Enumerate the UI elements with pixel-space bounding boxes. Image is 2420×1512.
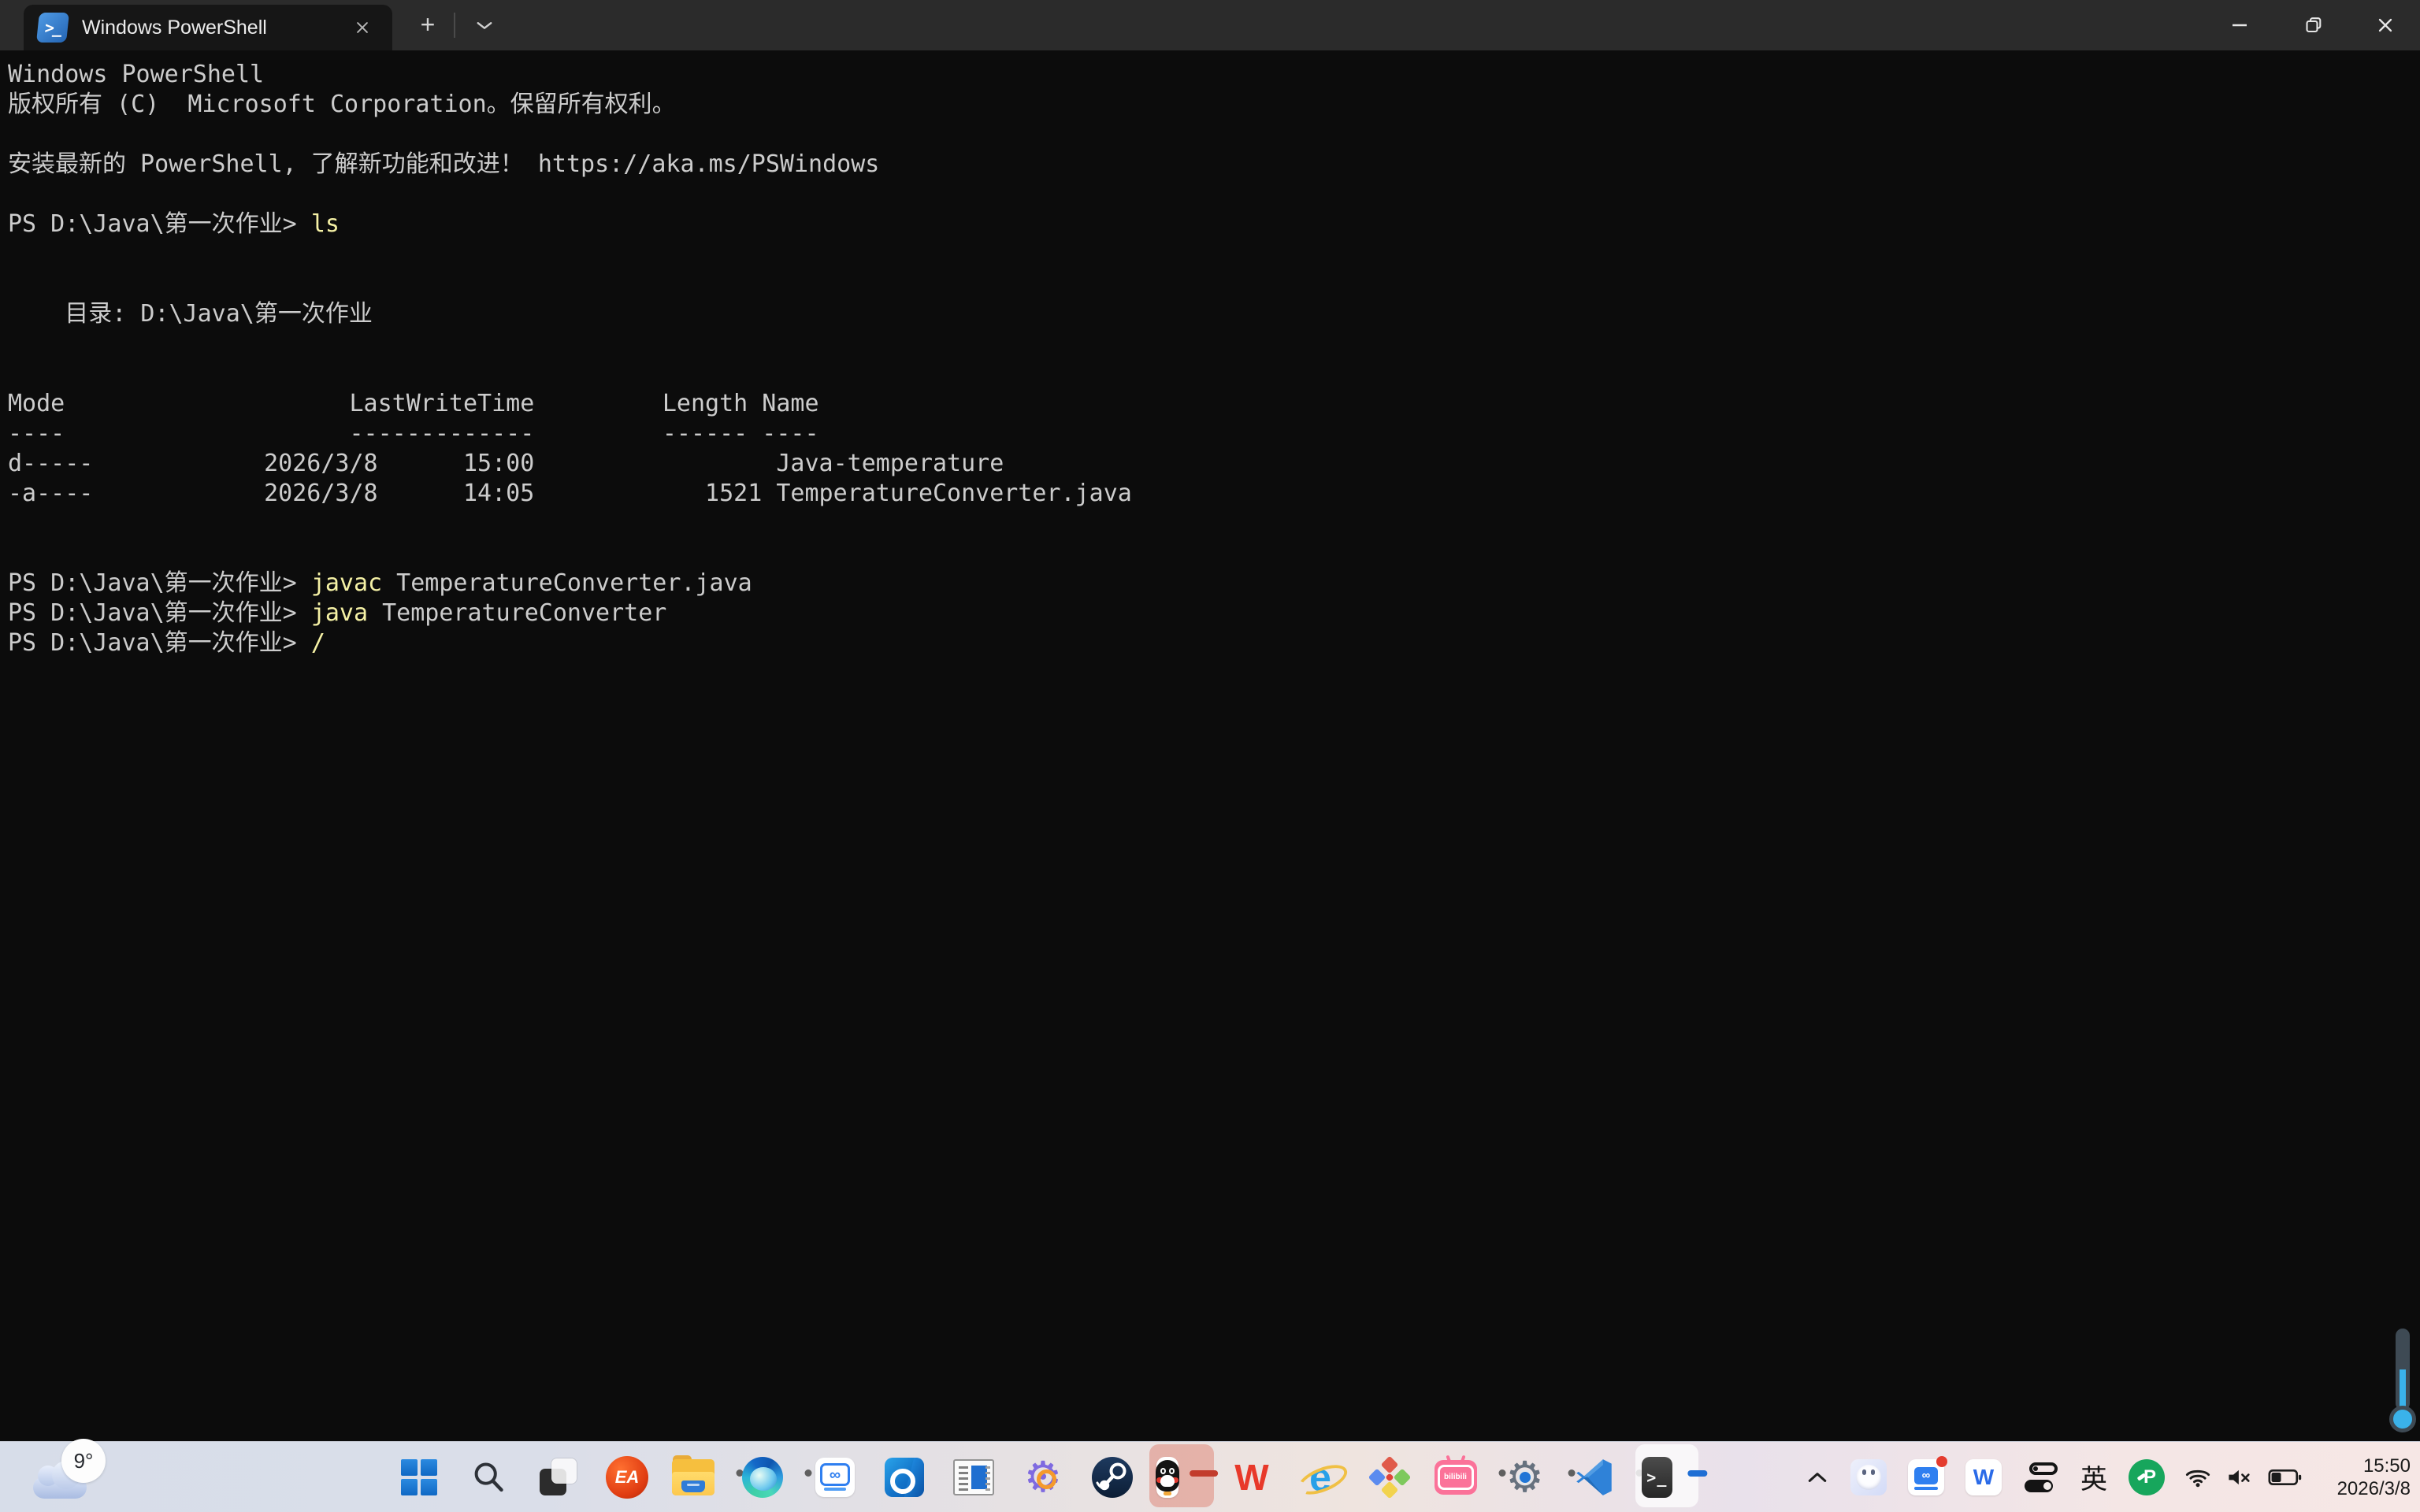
volume-muted-icon: [2226, 1466, 2253, 1488]
taskbar-item-steam[interactable]: [1087, 1442, 1138, 1512]
taskbar-item-edge[interactable]: [740, 1442, 791, 1512]
w-tray-icon[interactable]: W: [1965, 1459, 2002, 1495]
terminal-line: PS D:\Java\第一次作业> /: [8, 628, 2420, 658]
vscode-icon: [1575, 1458, 1614, 1497]
internet-explorer-icon: e: [1299, 1456, 1342, 1499]
terminal-line: PS D:\Java\第一次作业> java TemperatureConver…: [8, 598, 2420, 628]
toolbox-app-icon: ⚙: [1021, 1455, 1065, 1499]
notification-dot: [1936, 1456, 1947, 1467]
green-p-tray-icon[interactable]: P: [2129, 1459, 2165, 1495]
edge-icon: [742, 1457, 783, 1498]
terminal-line: PS D:\Java\第一次作业> javac TemperatureConve…: [8, 569, 2420, 598]
terminal-line: Windows PowerShell: [8, 60, 2420, 90]
steam-icon: [1092, 1457, 1133, 1498]
taskbar-item-qq[interactable]: [1156, 1442, 1207, 1512]
taskbar-pinned-icons: EA ∞: [394, 1442, 1692, 1512]
terminal-line: ---- ------------- ------ ----: [8, 419, 2420, 449]
colorful-diamonds-app-icon: [1369, 1457, 1410, 1498]
terminal-line: [8, 269, 2420, 299]
taskbar-item-diamonds-app[interactable]: [1364, 1442, 1415, 1512]
battery-icon: [2268, 1468, 2303, 1487]
taskbar-item-outlook[interactable]: [879, 1442, 930, 1512]
terminal-line: PS D:\Java\第一次作业> ls: [8, 209, 2420, 239]
close-button[interactable]: [2351, 0, 2420, 50]
taskbar-item-vscode[interactable]: [1572, 1442, 1623, 1512]
clock-date: 2026/3/8: [2325, 1477, 2411, 1500]
active-indicator: [1687, 1470, 1707, 1477]
terminal-line: -a---- 2026/3/8 14:05 1521 TemperatureCo…: [8, 479, 2420, 509]
infinity-tray-icon[interactable]: ∞: [1908, 1459, 1944, 1495]
terminal-line: [8, 359, 2420, 389]
assistant-tray-icon[interactable]: [1850, 1459, 1887, 1495]
bilibili-icon: bilibili: [1435, 1460, 1477, 1495]
ime-language-indicator[interactable]: 英: [2080, 1458, 2107, 1496]
titlebar: >_ Windows PowerShell +: [0, 0, 2420, 50]
terminal-line: [8, 539, 2420, 569]
clock-time: 15:50: [2325, 1455, 2411, 1477]
taskbar-item-bilibili[interactable]: bilibili: [1434, 1442, 1484, 1512]
attention-indicator: [1190, 1470, 1218, 1477]
start-button[interactable]: [394, 1442, 444, 1512]
terminal-line: [8, 180, 2420, 209]
tabbar-divider: [454, 13, 455, 38]
windows-start-icon: [401, 1459, 437, 1495]
taskbar-item-ea[interactable]: EA: [602, 1442, 652, 1512]
tab-windows-powershell[interactable]: >_ Windows PowerShell: [24, 5, 392, 50]
tab-title: Windows PowerShell: [82, 17, 347, 39]
weather-widget[interactable]: 9°: [27, 1445, 153, 1510]
terminal-line: 目录: D:\Java\第一次作业: [8, 299, 2420, 329]
ea-app-icon: EA: [606, 1456, 648, 1499]
infinity-app-icon: ∞: [815, 1458, 855, 1497]
terminal-line: [8, 329, 2420, 359]
taskbar-item-internet-explorer[interactable]: e: [1295, 1442, 1345, 1512]
terminal-output: Windows PowerShell版权所有 (C) Microsoft Cor…: [8, 60, 2420, 658]
settings-gear-icon: ⚙: [1503, 1455, 1546, 1499]
terminal-line: Mode LastWriteTime Length Name: [8, 389, 2420, 419]
taskbar-item-windows-terminal[interactable]: >_: [1642, 1442, 1692, 1512]
tab-close-icon[interactable]: [347, 12, 378, 43]
task-view-button[interactable]: [533, 1442, 583, 1512]
restore-button[interactable]: [2277, 0, 2351, 50]
toggles-tray-icon[interactable]: [2023, 1461, 2059, 1494]
thermometer-bulb: [2389, 1406, 2416, 1432]
new-tab-button[interactable]: +: [410, 9, 446, 41]
terminal-line: 安装最新的 PowerShell, 了解新功能和改进！ https://aka.…: [8, 150, 2420, 180]
terminal-line: [8, 509, 2420, 539]
terminal-line: d----- 2026/3/8 15:00 Java-temperature: [8, 449, 2420, 479]
powershell-icon: >_: [36, 13, 69, 43]
minimize-button[interactable]: [2203, 0, 2277, 50]
taskbar-item-settings[interactable]: ⚙: [1503, 1442, 1553, 1512]
qq-penguin-icon: [1156, 1457, 1178, 1498]
temperature-badge: 9°: [61, 1439, 106, 1483]
taskbar-item-infinity-app[interactable]: ∞: [810, 1442, 860, 1512]
taskbar-item-wps[interactable]: W: [1226, 1442, 1276, 1512]
wps-office-icon: W: [1230, 1457, 1271, 1498]
taskbar-item-journal-app[interactable]: [948, 1442, 999, 1512]
search-button[interactable]: [463, 1442, 514, 1512]
wifi-icon: [2184, 1466, 2211, 1488]
terminal-line: [8, 120, 2420, 150]
journal-app-icon: [953, 1459, 994, 1495]
search-icon: [471, 1460, 506, 1495]
taskbar-item-toolbox-app[interactable]: ⚙: [1018, 1442, 1068, 1512]
hidden-icons-chevron[interactable]: [1806, 1466, 1829, 1489]
terminal-line: 版权所有 (C) Microsoft Corporation。保留所有权利。: [8, 90, 2420, 120]
system-tray: ∞ W 英 P: [1806, 1442, 2411, 1512]
tab-dropdown-button[interactable]: [466, 9, 503, 41]
file-explorer-icon: [672, 1459, 714, 1495]
thermometer-cursor: [2388, 1329, 2417, 1432]
system-icons-group[interactable]: [2184, 1466, 2303, 1488]
clock[interactable]: 15:50 2026/3/8: [2325, 1455, 2411, 1500]
outlook-icon: [885, 1458, 924, 1497]
taskbar-item-file-explorer[interactable]: [671, 1442, 722, 1512]
taskbar: 9° EA ∞: [0, 1441, 2420, 1512]
windows-terminal-icon: >_: [1642, 1457, 1672, 1498]
terminal-content[interactable]: Windows PowerShell版权所有 (C) Microsoft Cor…: [0, 50, 2420, 1442]
task-view-icon: [538, 1458, 577, 1497]
terminal-line: [8, 239, 2420, 269]
